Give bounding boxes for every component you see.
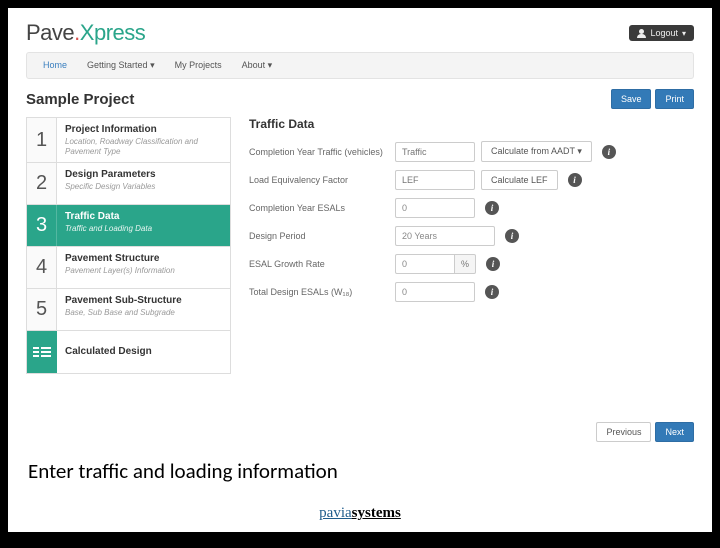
info-icon[interactable]: i — [568, 173, 582, 187]
step-subtitle: Base, Sub Base and Subgrade — [65, 308, 222, 318]
step-title: Calculated Design — [65, 346, 152, 357]
unit-percent: % — [455, 254, 476, 274]
step-number: 3 — [27, 205, 57, 246]
row-growth-rate: ESAL Growth Rate % i — [249, 254, 694, 274]
input-growth-rate[interactable] — [395, 254, 455, 274]
row-total-esals: Total Design ESALs (W₁₈) i — [249, 282, 694, 302]
step-number: 1 — [27, 118, 57, 162]
label-lef: Load Equivalency Factor — [249, 175, 389, 185]
logo-part2: Xpress — [80, 20, 145, 46]
logo-part1: Pave — [26, 20, 74, 46]
step-traffic-data[interactable]: 3 Traffic Data Traffic and Loading Data — [27, 205, 230, 247]
input-completion-esals[interactable] — [395, 198, 475, 218]
info-icon[interactable]: i — [485, 201, 499, 215]
input-total-esals[interactable] — [395, 282, 475, 302]
calculate-aadt-button[interactable]: Calculate from AADT ▾ — [481, 141, 592, 162]
step-pavement-substructure[interactable]: 5 Pavement Sub-Structure Base, Sub Base … — [27, 289, 230, 331]
brand-footer: paviasystems — [8, 505, 712, 522]
calculate-lef-button[interactable]: Calculate LEF — [481, 170, 558, 190]
footer-part2: systems — [352, 505, 401, 521]
user-icon — [637, 29, 646, 38]
step-title: Pavement Sub-Structure — [65, 295, 222, 306]
label-completion-traffic: Completion Year Traffic (vehicles) — [249, 147, 389, 157]
step-pavement-structure[interactable]: 4 Pavement Structure Pavement Layer(s) I… — [27, 247, 230, 289]
nav-my-projects[interactable]: My Projects — [167, 57, 230, 74]
logout-button[interactable]: Logout ▾ — [629, 25, 694, 41]
row-lef: Load Equivalency Factor Calculate LEF i — [249, 170, 694, 190]
nav-home[interactable]: Home — [35, 57, 75, 74]
step-title: Pavement Structure — [65, 253, 222, 264]
step-number: 4 — [27, 247, 57, 288]
step-subtitle: Pavement Layer(s) Information — [65, 266, 222, 276]
list-icon — [27, 331, 57, 373]
label-total-esals: Total Design ESALs (W₁₈) — [249, 287, 389, 297]
footer-part1: pavia — [319, 505, 351, 521]
step-subtitle: Specific Design Variables — [65, 182, 222, 192]
label-growth-rate: ESAL Growth Rate — [249, 259, 389, 269]
input-design-period[interactable] — [395, 226, 495, 246]
info-icon[interactable]: i — [505, 229, 519, 243]
row-design-period: Design Period i — [249, 226, 694, 246]
save-button[interactable]: Save — [611, 89, 652, 109]
nav-about[interactable]: About ▾ — [234, 57, 281, 74]
input-completion-traffic[interactable] — [395, 142, 475, 162]
print-button[interactable]: Print — [655, 89, 694, 109]
previous-button[interactable]: Previous — [596, 422, 651, 442]
logout-label: Logout — [650, 28, 678, 38]
label-design-period: Design Period — [249, 231, 389, 241]
step-title: Traffic Data — [65, 211, 222, 222]
app-logo: Pave.Xpress — [26, 20, 145, 46]
step-number: 5 — [27, 289, 57, 330]
page-title: Sample Project — [26, 91, 134, 108]
form-heading: Traffic Data — [249, 117, 694, 131]
info-icon[interactable]: i — [602, 145, 616, 159]
step-number: 2 — [27, 163, 57, 204]
main-nav: Home Getting Started ▾ My Projects About… — [26, 52, 694, 79]
nav-getting-started[interactable]: Getting Started ▾ — [79, 57, 163, 74]
step-title: Project Information — [65, 124, 222, 135]
step-design-parameters[interactable]: 2 Design Parameters Specific Design Vari… — [27, 163, 230, 205]
row-completion-traffic: Completion Year Traffic (vehicles) Calcu… — [249, 141, 694, 162]
info-icon[interactable]: i — [486, 257, 500, 271]
label-completion-esals: Completion Year ESALs — [249, 203, 389, 213]
slide-caption: Enter traffic and loading information — [28, 458, 338, 484]
step-title: Design Parameters — [65, 169, 222, 180]
step-subtitle: Traffic and Loading Data — [65, 224, 222, 234]
step-project-information[interactable]: 1 Project Information Location, Roadway … — [27, 118, 230, 163]
caret-down-icon: ▾ — [682, 29, 686, 38]
info-icon[interactable]: i — [485, 285, 499, 299]
step-calculated-design[interactable]: Calculated Design — [27, 331, 230, 373]
input-lef[interactable] — [395, 170, 475, 190]
next-button[interactable]: Next — [655, 422, 694, 442]
row-completion-esals: Completion Year ESALs i — [249, 198, 694, 218]
step-subtitle: Location, Roadway Classification and Pav… — [65, 137, 222, 156]
wizard-sidebar: 1 Project Information Location, Roadway … — [26, 117, 231, 374]
